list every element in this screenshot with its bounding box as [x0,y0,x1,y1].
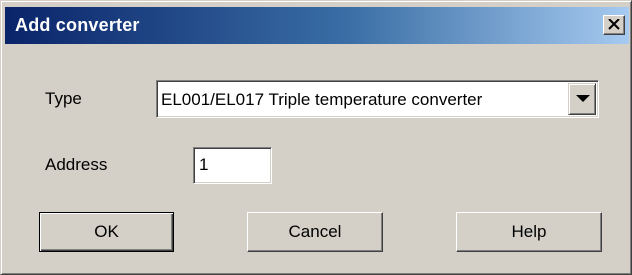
type-dropdown-button[interactable] [568,83,596,115]
title-bar[interactable]: Add converter [5,7,629,44]
cancel-button[interactable]: Cancel [247,212,383,252]
address-field[interactable]: 1 [193,147,272,184]
dialog-title: Add converter [15,15,140,35]
close-button[interactable] [603,15,625,35]
address-label: Address [45,155,108,174]
type-select[interactable]: EL001/EL017 Triple temperature converter [156,80,599,118]
ok-button[interactable]: OK [39,212,174,252]
add-converter-dialog: Add converter Type EL001/EL017 Triple te… [0,0,632,275]
close-icon [608,15,620,34]
type-selected-value: EL001/EL017 Triple temperature converter [161,90,483,109]
help-button[interactable]: Help [456,212,602,252]
type-label: Type [45,89,82,108]
